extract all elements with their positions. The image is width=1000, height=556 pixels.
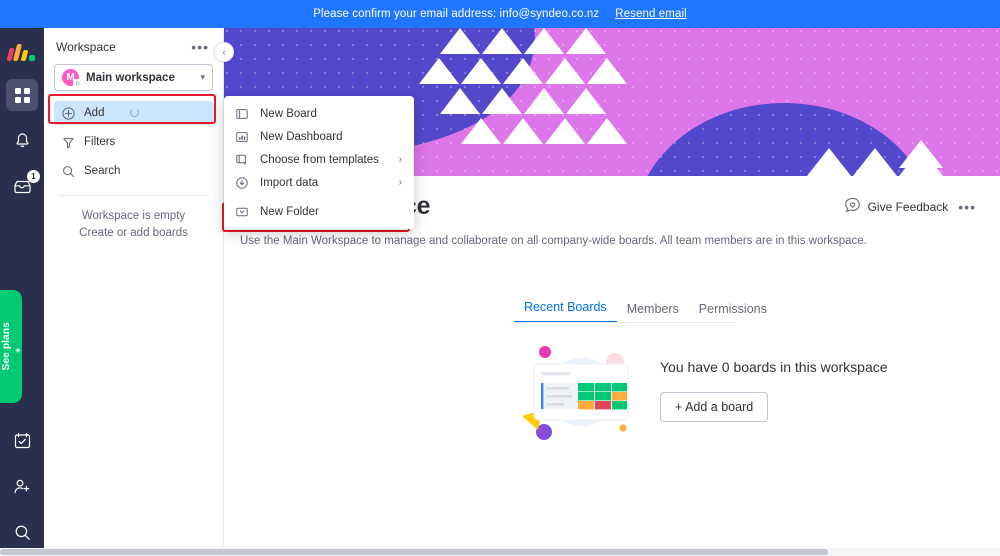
folder-icon	[236, 206, 252, 218]
empty-boards-illustration	[520, 340, 638, 440]
panel-title: Workspace	[56, 40, 116, 54]
empty-state-text-group: You have 0 boards in this workspace + Ad…	[660, 359, 888, 422]
horizontal-scrollbar[interactable]	[0, 548, 1000, 556]
sidebar-item-add[interactable]: Add	[54, 101, 213, 125]
menu-item-label: Choose from templates	[260, 153, 379, 166]
import-icon	[236, 176, 252, 189]
dashboard-icon	[236, 131, 252, 143]
sidebar-item-filters[interactable]: Filters	[54, 130, 213, 154]
panel-more-menu-icon[interactable]: •••	[191, 40, 209, 54]
heart-speech-icon	[844, 197, 861, 217]
empty-boards-state: You have 0 boards in this workspace + Ad…	[520, 340, 888, 440]
menu-item-choose-from-templates[interactable]: Choose from templates ›	[224, 148, 414, 171]
empty-state-title: You have 0 boards in this workspace	[660, 358, 888, 375]
tab-members[interactable]: Members	[617, 302, 689, 323]
my-work-calendar-icon	[14, 432, 31, 449]
menu-item-label: New Dashboard	[260, 130, 343, 143]
add-dropdown-menu: New Board New Dashboard Choose from temp…	[224, 96, 414, 229]
plus-circle-icon	[62, 106, 77, 120]
monday-logo[interactable]	[6, 41, 37, 65]
menu-item-new-dashboard[interactable]: New Dashboard	[224, 125, 414, 148]
sidebar-item-label: Search	[84, 165, 121, 177]
rail-bottom-group	[0, 410, 44, 548]
rail-item-invite[interactable]	[6, 470, 38, 502]
chevron-down-icon: ▾	[200, 72, 205, 82]
rail-item-inbox[interactable]: 1	[6, 170, 40, 203]
template-icon	[236, 154, 252, 166]
panel-empty-line1: Workspace is empty	[81, 210, 186, 222]
tab-permissions[interactable]: Permissions	[689, 302, 777, 323]
workspace-panel-header: Workspace •••	[44, 28, 223, 56]
search-icon	[14, 524, 31, 541]
home-grid-icon	[14, 87, 31, 104]
loading-spinner-icon	[130, 108, 139, 117]
workspace-name: Main workspace	[86, 71, 175, 84]
funnel-icon	[62, 136, 77, 149]
tab-recent-boards[interactable]: Recent Boards	[514, 300, 617, 323]
menu-item-import-data[interactable]: Import data ›	[224, 171, 414, 194]
add-a-board-button[interactable]: + Add a board	[660, 391, 769, 422]
workspace-tabs: Recent Boards Members Permissions	[514, 300, 777, 323]
give-feedback-button[interactable]: Give Feedback	[844, 197, 949, 217]
menu-item-label: Import data	[260, 176, 319, 189]
invite-member-icon	[13, 478, 31, 495]
bell-icon	[14, 132, 31, 150]
menu-item-new-board[interactable]: New Board	[224, 102, 414, 125]
panel-empty-state: Workspace is empty Create or add boards	[44, 208, 223, 242]
collapse-panel-button[interactable]: ‹	[214, 42, 234, 62]
home-badge-icon: ⌂	[73, 79, 82, 88]
menu-item-label: New Folder	[260, 205, 319, 218]
rail-item-notifications[interactable]	[6, 125, 38, 157]
sidebar-item-label: Add	[84, 107, 105, 119]
see-plans-button[interactable]: See plans ✦	[0, 290, 22, 403]
rail-item-my-work[interactable]	[6, 424, 38, 456]
chevron-right-icon: ›	[398, 177, 402, 188]
workspace-description: Use the Main Workspace to manage and col…	[240, 235, 867, 247]
tabs-underline	[514, 322, 736, 323]
chevron-right-icon: ›	[398, 154, 402, 165]
sidebar-item-search[interactable]: Search	[54, 159, 213, 183]
sidebar-item-label: Filters	[84, 136, 116, 148]
workspace-panel: Workspace ••• M ⌂ Main workspace ▾ Add F…	[44, 28, 224, 556]
rail-item-home[interactable]	[6, 79, 38, 111]
give-feedback-label: Give Feedback	[867, 199, 949, 214]
header-actions: Give Feedback •••	[844, 197, 976, 217]
panel-divider	[58, 195, 209, 196]
workspace-nav-list: Add Filters Search	[44, 101, 223, 183]
rocket-icon: ✦	[11, 344, 22, 354]
menu-item-new-folder[interactable]: New Folder	[224, 200, 414, 223]
email-confirm-message: Please confirm your email address: info@…	[313, 8, 600, 20]
horizontal-scrollbar-thumb[interactable]	[0, 549, 828, 555]
rail-item-search[interactable]	[6, 516, 38, 548]
board-icon	[236, 108, 252, 120]
see-plans-label: See plans	[0, 322, 12, 371]
panel-empty-line2: Create or add boards	[79, 227, 188, 239]
app-root: Please confirm your email address: info@…	[0, 0, 1000, 556]
search-icon	[62, 165, 77, 178]
menu-item-label: New Board	[260, 107, 317, 120]
inbox-badge: 1	[27, 170, 40, 183]
workspace-more-menu-icon[interactable]: •••	[958, 200, 976, 214]
workspace-selector[interactable]: M ⌂ Main workspace ▾	[54, 64, 213, 91]
app-rail: 1 See plans ✦	[0, 28, 44, 556]
email-confirm-banner: Please confirm your email address: info@…	[0, 0, 1000, 28]
resend-email-link[interactable]: Resend email	[615, 8, 687, 20]
workspace-avatar: M ⌂	[62, 69, 82, 88]
